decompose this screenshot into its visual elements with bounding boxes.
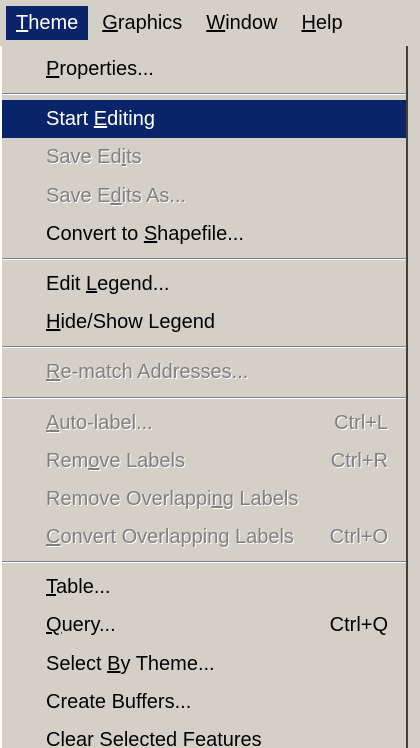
menu-item-accel: C (46, 526, 61, 549)
menu-bar: Theme Graphics Window Help (0, 0, 420, 46)
menu-item-label: uery... (61, 614, 116, 637)
menu-item-label: y Theme... (120, 652, 215, 675)
menu-item-label: roperties... (59, 58, 154, 80)
menu-item-label: ide/Show Legend (60, 311, 216, 334)
menu-item-hide-show-legend[interactable]: Hide/Show Legend (2, 303, 406, 341)
menu-theme[interactable]: Theme (6, 6, 89, 40)
menu-separator (2, 88, 406, 100)
menu-item-accel: E (93, 108, 108, 131)
menu-item-label: hapefile... (157, 222, 244, 245)
menu-item-accel: A (46, 411, 60, 434)
menu-graphics-label: raphics (117, 12, 183, 34)
menu-item-remove-overlapping-labels: Remove Overlapping Labels (2, 480, 406, 518)
menu-item-accel: n (211, 487, 223, 510)
menu-window-label: indow (225, 12, 278, 34)
menu-item-label-pre: Remove Overlappi (46, 487, 212, 510)
menu-item-label: egend... (97, 272, 170, 295)
menu-item-label-pre: Start (46, 108, 94, 131)
menu-item-label: its As... (121, 184, 187, 207)
menu-theme-accel: T (16, 12, 29, 34)
menu-item-accel: H (46, 311, 61, 334)
menu-item-clear-selected-features[interactable]: Clear Selected Features (2, 721, 406, 748)
menu-item-label: e-match Addresses... (60, 361, 249, 384)
menu-item-label: uto-label... (59, 411, 153, 434)
menu-help-accel: H (301, 12, 316, 34)
menu-item-accel: R (46, 361, 61, 384)
menu-window[interactable]: Window (196, 6, 287, 40)
menu-item-select-by-theme[interactable]: Select By Theme... (2, 645, 406, 683)
menu-item-edit-legend[interactable]: Edit Legend... (2, 265, 406, 303)
menu-item-label: g Labels (222, 487, 299, 510)
menu-item-label-pre: Clear Selected Features (46, 729, 262, 748)
menu-item-accel: T (46, 576, 56, 599)
menu-item-label: onvert Overlapping Labels (60, 526, 294, 549)
menu-graphics[interactable]: Graphics (92, 6, 192, 40)
menu-graphics-accel: G (102, 12, 118, 34)
menu-separator (2, 341, 406, 353)
menu-item-create-buffers[interactable]: Create Buffers... (2, 683, 406, 721)
menu-item-label-pre: Edit (46, 272, 87, 295)
menu-theme-label: heme (28, 12, 79, 34)
menu-item-accel: L (86, 272, 98, 295)
menu-item-label: ts (126, 146, 142, 169)
menu-item-accel: d (110, 184, 122, 207)
menu-item-save-edits: Save Edits (2, 138, 406, 176)
menu-item-label: ve Labels (99, 449, 185, 472)
menu-item-label-pre: Save Ed (46, 146, 122, 169)
menu-item-label-pre: Create Buffers... (46, 690, 192, 713)
menu-item-accel: B (107, 652, 121, 675)
menu-item-shortcut: Ctrl+L (334, 411, 388, 434)
menu-item-label: able... (56, 576, 111, 599)
menu-item-convert-overlapping-labels: Convert Overlapping Labels Ctrl+O (2, 518, 406, 556)
menu-item-convert-to-shapefile[interactable]: Convert to Shapefile... (2, 215, 406, 253)
menu-item-label-pre: Select (46, 652, 108, 675)
menu-item-shortcut: Ctrl+R (330, 449, 388, 472)
menu-window-accel: W (206, 12, 226, 34)
menu-item-label: diting (107, 108, 155, 131)
menu-item-table[interactable]: Table... (2, 568, 406, 606)
menu-item-accel: Q (46, 614, 62, 637)
menu-item-save-edits-as: Save Edits As... (2, 177, 406, 215)
menu-item-shortcut: Ctrl+O (329, 526, 388, 549)
menu-item-auto-label: Auto-label... Ctrl+L (2, 404, 406, 442)
menu-help[interactable]: Help (291, 6, 352, 40)
menu-item-properties[interactable]: Properties... (2, 50, 406, 88)
menu-item-label-pre: Convert to (46, 222, 144, 245)
menu-item-accel: o (88, 449, 100, 472)
theme-dropdown-menu: Properties... Start Editing Save Edits S… (0, 46, 408, 748)
menu-item-start-editing[interactable]: Start Editing (2, 100, 406, 139)
menu-item-query[interactable]: Query... Ctrl+Q (2, 606, 406, 644)
menu-separator (2, 392, 406, 404)
menu-item-accel: S (143, 222, 158, 245)
menu-separator (2, 253, 406, 265)
menu-separator (2, 556, 406, 568)
menu-item-accel: P (46, 58, 60, 80)
menu-item-label-pre: Save E (46, 184, 111, 207)
menu-help-label: elp (315, 12, 343, 34)
menu-item-label-pre: Rem (46, 449, 89, 472)
menu-item-remove-labels: Remove Labels Ctrl+R (2, 442, 406, 480)
menu-item-shortcut: Ctrl+Q (329, 614, 388, 637)
menu-item-rematch-addresses: Re-match Addresses... (2, 353, 406, 391)
